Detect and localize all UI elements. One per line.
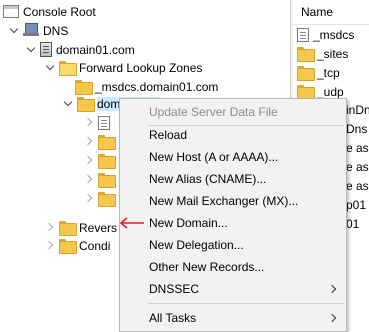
list-item[interactable]: _tcp (297, 63, 340, 82)
menu-item-new-mail-exchanger[interactable]: New Mail Exchanger (MX)... (121, 190, 345, 212)
list-item-partial: p01 (346, 198, 367, 212)
expand-chevron-icon[interactable] (27, 45, 36, 54)
menu-item-new-domain[interactable]: New Domain... (121, 212, 345, 234)
tree-child-folder[interactable] (85, 189, 116, 208)
submenu-arrow-icon (329, 307, 335, 329)
tree-child-folder[interactable] (85, 132, 116, 151)
expand-chevron-icon[interactable] (85, 137, 94, 146)
tree-node-dns[interactable]: DNS (10, 21, 68, 40)
zone-folder-icon (77, 97, 95, 112)
tree-child-record[interactable] (85, 113, 110, 132)
menu-item-dnssec[interactable]: DNSSEC (121, 278, 345, 300)
list-item[interactable]: _msdcs (297, 25, 354, 44)
tree-node-label: Revers (79, 220, 118, 235)
expand-chevron-icon[interactable] (85, 175, 94, 184)
console-root-icon (3, 5, 19, 18)
tree-child-folder[interactable] (85, 151, 116, 170)
folder-icon (98, 192, 116, 207)
submenu-arrow-icon (329, 278, 335, 300)
menu-item-all-tasks[interactable]: All Tasks (121, 307, 345, 329)
record-icon (297, 27, 309, 42)
tree-node-reverse-lookup-zones[interactable]: Revers (46, 218, 117, 237)
expand-chevron-icon[interactable] (85, 118, 94, 127)
tree-node-console-root[interactable]: Console Root (3, 2, 96, 21)
zone-folder-icon (75, 80, 93, 95)
menu-separator (148, 303, 344, 304)
menu-item-label: DNSSEC (149, 282, 200, 296)
tree-node-label: domain01.com (56, 42, 135, 57)
list-item[interactable]: _sites (297, 44, 348, 63)
list-item-partial: e as p (346, 160, 369, 174)
tree-node-forward-lookup-zones[interactable]: Forward Lookup Zones (46, 58, 202, 77)
tree-child-folder[interactable] (85, 170, 116, 189)
list-item-partial: inDn (346, 103, 369, 117)
list-item-partial: 01 (346, 217, 360, 231)
expand-chevron-icon[interactable] (64, 99, 73, 108)
menu-item-reload[interactable]: Reload (121, 124, 345, 146)
record-icon (98, 115, 110, 130)
tree-node-label: Condi (79, 238, 111, 253)
dns-icon (23, 23, 39, 38)
folder-open-icon (59, 61, 77, 76)
tree-node-label: _msdcs.domain01.com (95, 79, 219, 94)
menu-item-other-new-records[interactable]: Other New Records... (121, 256, 345, 278)
folder-icon (297, 85, 315, 100)
list-item-label: _msdcs (313, 27, 355, 42)
menu-item-update-server-data-file: Update Server Data File (149, 105, 278, 119)
expand-chevron-icon[interactable] (85, 156, 94, 165)
expand-chevron-icon[interactable] (46, 63, 55, 72)
tree-node-conditional-forwarders[interactable]: Condi (46, 236, 110, 255)
menu-item-new-alias[interactable]: New Alias (CNAME)... (121, 168, 345, 190)
menu-item-new-delegation[interactable]: New Delegation... (121, 234, 345, 256)
expand-chevron-icon[interactable] (46, 223, 55, 232)
menu-item-label: All Tasks (149, 311, 197, 325)
menu-item-new-host[interactable]: New Host (A or AAAA)... (121, 146, 345, 168)
list-item-label: _sites (317, 46, 349, 61)
context-menu: Update Server Data File Reload New Host … (119, 98, 347, 332)
list-item-partial: e as p (346, 179, 369, 193)
expand-chevron-icon[interactable] (46, 241, 55, 250)
folder-icon (297, 66, 315, 81)
tree-node-server[interactable]: domain01.com (27, 40, 135, 59)
tree-node-label: Console Root (23, 4, 96, 19)
annotation-arrow-icon (120, 217, 144, 229)
folder-icon (98, 154, 116, 169)
expand-chevron-icon[interactable] (85, 194, 94, 203)
folder-icon (98, 135, 116, 150)
list-item-partial: Dns (346, 122, 368, 136)
folder-icon (59, 221, 77, 236)
column-header-name[interactable]: Name (293, 0, 369, 25)
server-icon (40, 42, 52, 57)
folder-icon (297, 47, 315, 62)
tree-node-label: DNS (43, 23, 69, 38)
list-item-label: _udp (317, 84, 344, 99)
list-item-label: _tcp (317, 65, 340, 80)
expand-chevron-icon[interactable] (10, 26, 19, 35)
tree-node-label: Forward Lookup Zones (79, 60, 203, 75)
list-item-partial: e as p (346, 141, 369, 155)
folder-icon (98, 173, 116, 188)
folder-icon (59, 239, 77, 254)
